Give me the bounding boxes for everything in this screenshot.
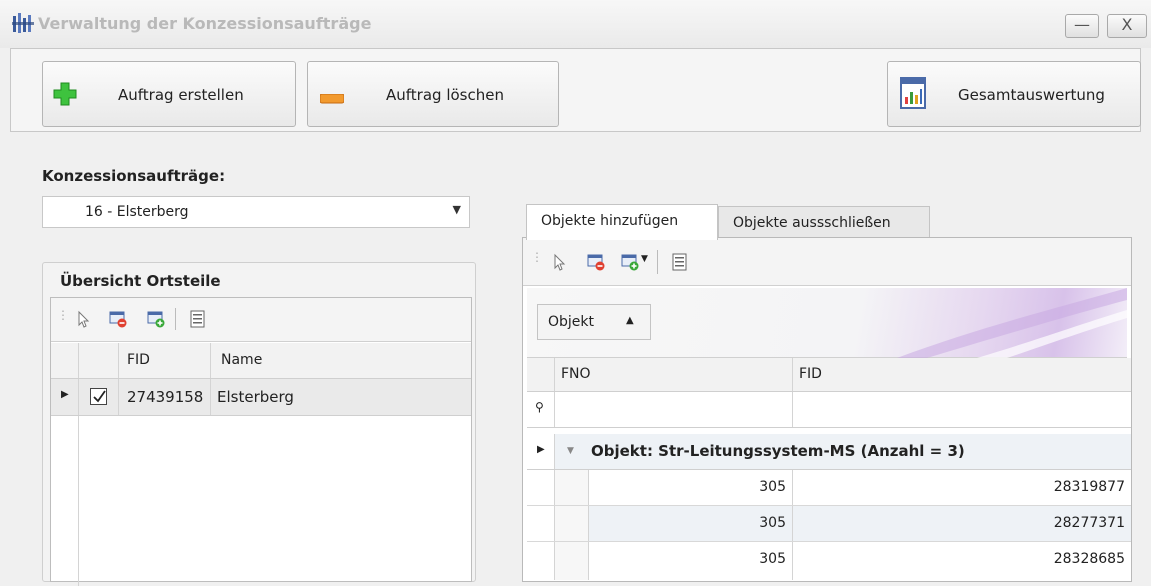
filter-icon: ⚲ [535,400,544,414]
row-pointer-icon: ▶ [61,389,69,400]
remove-row-icon[interactable] [109,310,127,328]
report-icon [900,77,926,109]
group-row-indicator: ▶ [527,434,555,469]
row-fid: 28319877 [1053,479,1125,495]
header-fid[interactable]: FID [119,343,211,378]
window-title: Verwaltung der Konzessionsaufträge [38,14,372,33]
objects-grid-toolbar: ⋮ ▼ [523,238,1131,286]
tab-exclude-objects[interactable]: Objekte aussschließen [718,206,930,238]
cursor-icon[interactable] [551,253,569,271]
row-pointer-icon: ▶ [537,444,545,455]
chevron-down-icon[interactable]: ▼ [453,203,461,216]
delete-order-button[interactable]: Auftrag löschen [307,61,559,127]
indicator-column-empty [51,416,79,586]
filter-row: ⚲ [527,392,1131,428]
group-row[interactable]: ▶ ▼ Objekt: Str-Leitungssystem-MS (Anzah… [527,434,1131,470]
orders-combobox[interactable]: 16 - Elsterberg ▼ [42,196,470,228]
row-fno: 305 [589,470,793,505]
column-chooser-icon[interactable] [189,310,207,328]
sort-ascending-icon: ▲ [626,315,634,326]
row-name: Elsterberg [217,388,294,406]
remove-row-icon[interactable] [587,253,605,271]
row-fno: 305 [589,542,793,580]
column-chooser-icon[interactable] [671,253,689,271]
minimize-button[interactable]: — [1065,14,1099,38]
row-fid: 28277371 [1053,515,1125,531]
add-row-icon[interactable] [147,310,165,328]
row-fid: 27439158 [119,379,211,415]
overall-report-button[interactable]: Gesamtauswertung [887,61,1141,127]
districts-grid: ⋮ FID Name ▶ 27439158 Elsterberg [50,297,472,586]
toolbar-separator [657,250,658,274]
filter-indicator-cell: ⚲ [527,392,555,427]
table-row[interactable]: 305 28328685 [527,542,1131,580]
table-row[interactable]: ▶ 27439158 Elsterberg [51,379,471,416]
orders-label: Konzessionsaufträge: [42,167,226,185]
grip-icon: ⋮ [57,308,69,322]
orders-selected-value: 16 - Elsterberg [85,204,189,220]
table-row[interactable]: 305 28319877 [527,470,1131,506]
group-by-panel: Objekt ▲ [527,288,1127,358]
districts-title: Übersicht Ortsteile [60,272,221,290]
header-fid[interactable]: FID [793,358,1131,391]
table-row[interactable]: 305 28277371 [527,506,1131,542]
create-order-button[interactable]: Auftrag erstellen [42,61,296,127]
header-name[interactable]: Name [211,343,471,378]
tab-add-objects[interactable]: Objekte hinzufügen [526,204,718,240]
header-check-cell [79,343,119,378]
row-fid: 28328685 [1053,551,1125,567]
districts-header-row: FID Name [51,343,471,379]
add-row-icon[interactable] [621,253,639,271]
toolbar-separator [175,308,176,330]
row-indicator: ▶ [51,379,79,415]
row-fno: 305 [589,506,793,541]
filter-fno-cell[interactable] [555,392,793,427]
row-checkbox[interactable] [90,388,107,405]
objects-panel: ⋮ ▼ Objekt ▲ FNO FID ⚲ ▶ ▼ Objekt: Str-L… [522,237,1132,582]
header-indicator-cell [51,343,79,378]
objects-header-row: FNO FID [527,358,1131,392]
header-indicator-cell [527,358,555,391]
filter-fid-cell[interactable] [793,392,1131,427]
group-by-object-chip[interactable]: Objekt ▲ [537,304,651,340]
minus-icon [319,90,345,104]
row-checkbox-cell[interactable] [79,379,119,415]
cursor-icon[interactable] [75,310,93,328]
plus-icon [53,82,77,106]
minimize-icon: — [1074,15,1090,34]
close-icon: X [1121,15,1133,34]
collapse-chevron-icon[interactable]: ▼ [567,446,574,456]
header-fno[interactable]: FNO [555,358,793,391]
close-button[interactable]: X [1107,14,1147,38]
districts-grid-toolbar: ⋮ [51,298,471,342]
app-icon [12,12,34,34]
grip-icon: ⋮ [531,250,543,264]
chevron-down-icon[interactable]: ▼ [641,254,648,264]
